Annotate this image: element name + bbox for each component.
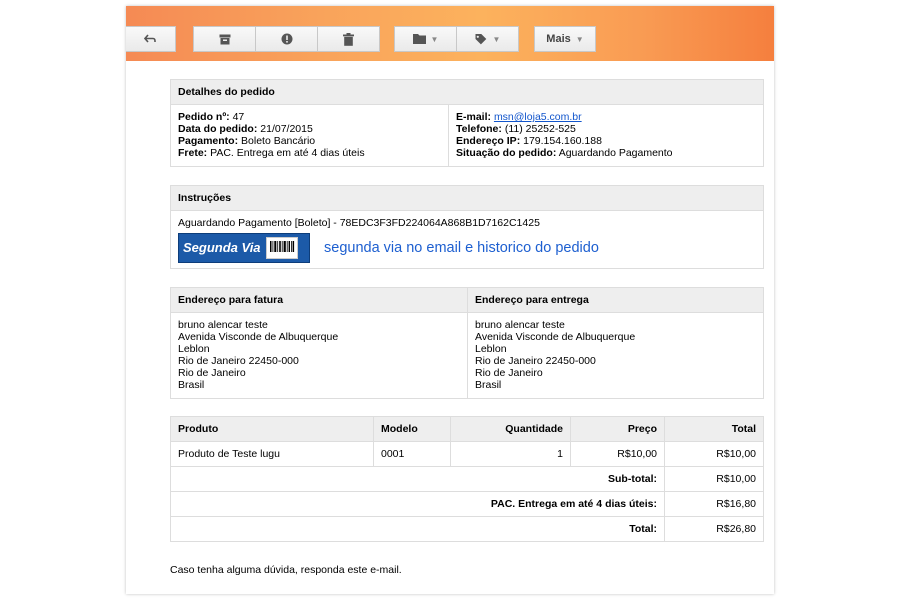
label-icon: [475, 33, 486, 44]
contact-info-cell: E-mail: msn@loja5.com.br Telefone: (11) …: [448, 104, 764, 167]
billing-line: Leblon: [178, 343, 210, 355]
total-row: Total: R$26,80: [170, 516, 764, 542]
status-value: Aguardando Pagamento: [558, 147, 673, 159]
shipping-address-cell: bruno alencar teste Avenida Visconde de …: [467, 312, 764, 399]
move-to-button[interactable]: ▼: [394, 26, 457, 52]
shipping-line: Brasil: [475, 379, 502, 391]
archive-button[interactable]: [193, 26, 256, 52]
more-label: Mais: [546, 33, 571, 45]
col-header-qty: Quantidade: [450, 416, 571, 442]
col-header-total: Total: [664, 416, 764, 442]
instructions-text: Aguardando Pagamento [Boleto] - 78EDC3F3…: [178, 217, 540, 229]
table-row: Produto de Teste lugu 0001 1 R$10,00 R$1…: [170, 441, 764, 467]
col-header-model: Modelo: [373, 416, 451, 442]
col-header-price: Preço: [570, 416, 665, 442]
billing-line: Rio de Janeiro: [178, 367, 246, 379]
instructions-table: Instruções Aguardando Pagamento [Boleto]…: [170, 185, 764, 269]
labels-button[interactable]: ▼: [456, 26, 519, 52]
order-details-header: Detalhes do pedido: [170, 79, 764, 105]
footer-text: Caso tenha alguma dúvida, responda este …: [170, 564, 402, 576]
phone-value: (11) 25252-525: [504, 123, 576, 135]
folder-icon: [412, 34, 426, 44]
order-no: 47: [232, 111, 245, 123]
shipping-line: Leblon: [475, 343, 507, 355]
shipping-cost-label: PAC. Entrega em até 4 dias úteis:: [170, 491, 665, 517]
billing-line: bruno alencar teste: [178, 319, 268, 331]
shipping-method: PAC. Entrega em até 4 dias úteis: [210, 147, 365, 159]
trash-icon: [343, 32, 354, 46]
shipping-row: PAC. Entrega em até 4 dias úteis: R$16,8…: [170, 491, 764, 517]
chevron-down-icon: ▼: [575, 34, 584, 44]
product-model: 0001: [373, 441, 451, 467]
product-price: R$10,00: [570, 441, 665, 467]
products-table: Produto Modelo Quantidade Preço Total Pr…: [170, 416, 764, 542]
ip-label: Endereço IP:: [456, 135, 521, 147]
second-copy-button[interactable]: Segunda Via: [178, 233, 310, 263]
email-label: E-mail:: [456, 111, 492, 123]
billing-line: Avenida Visconde de Albuquerque: [178, 331, 339, 343]
more-button[interactable]: Mais ▼: [534, 26, 596, 52]
subtotal-value: R$10,00: [664, 466, 764, 492]
order-date-label: Data do pedido:: [178, 123, 258, 135]
order-details-table: Detalhes do pedido Pedido nº: 47 Data do…: [170, 79, 764, 167]
chevron-down-icon: ▼: [492, 34, 501, 44]
second-copy-label: Segunda Via: [183, 240, 261, 255]
barcode-icon: [265, 237, 298, 259]
delete-button[interactable]: [317, 26, 380, 52]
reply-button[interactable]: [126, 26, 176, 52]
instructions-cell: Aguardando Pagamento [Boleto] - 78EDC3F3…: [170, 210, 764, 269]
subtotal-label: Sub-total:: [170, 466, 665, 492]
order-date: 21/07/2015: [260, 123, 313, 135]
archive-icon: [219, 34, 230, 44]
addresses-table: Endereço para fatura Endereço para entre…: [170, 287, 764, 399]
total-value: R$26,80: [664, 516, 764, 542]
ip-value: 179.154.160.188: [523, 135, 602, 147]
email-link[interactable]: msn@loja5.com.br: [494, 111, 582, 123]
payment-label: Pagamento:: [178, 135, 239, 147]
order-no-label: Pedido nº:: [178, 111, 230, 123]
instructions-header: Instruções: [170, 185, 764, 211]
col-header-product: Produto: [170, 416, 374, 442]
phone-label: Telefone:: [456, 123, 502, 135]
second-copy-note: segunda via no email e historico do pedi…: [324, 240, 599, 256]
status-label: Situação do pedido:: [456, 147, 557, 159]
reply-icon: [144, 34, 156, 43]
shipping-line: bruno alencar teste: [475, 319, 565, 331]
shipping-line: Rio de Janeiro: [475, 367, 543, 379]
shipping-line: Rio de Janeiro 22450-000: [475, 355, 596, 367]
billing-address-header: Endereço para fatura: [170, 287, 468, 313]
chevron-down-icon: ▼: [430, 34, 439, 44]
spam-icon: [281, 33, 292, 45]
billing-address-cell: bruno alencar teste Avenida Visconde de …: [170, 312, 468, 399]
product-total: R$10,00: [664, 441, 764, 467]
billing-line: Brasil: [178, 379, 205, 391]
billing-line: Rio de Janeiro 22450-000: [178, 355, 299, 367]
toolbar: ▼ ▼ Mais ▼: [126, 6, 774, 61]
report-spam-button[interactable]: [255, 26, 318, 52]
subtotal-row: Sub-total: R$10,00: [170, 466, 764, 492]
shipping-cost-value: R$16,80: [664, 491, 764, 517]
product-name: Produto de Teste lugu: [170, 441, 374, 467]
payment-method: Boleto Bancário: [241, 135, 316, 147]
order-info-cell: Pedido nº: 47 Data do pedido: 21/07/2015…: [170, 104, 449, 167]
product-qty: 1: [450, 441, 571, 467]
shipping-address-header: Endereço para entrega: [467, 287, 764, 313]
shipping-label: Frete:: [178, 147, 208, 159]
email-frame: ▼ ▼ Mais ▼ Detalhes do pedido Pedido nº:…: [126, 6, 774, 594]
total-label: Total:: [170, 516, 665, 542]
shipping-line: Avenida Visconde de Albuquerque: [475, 331, 636, 343]
